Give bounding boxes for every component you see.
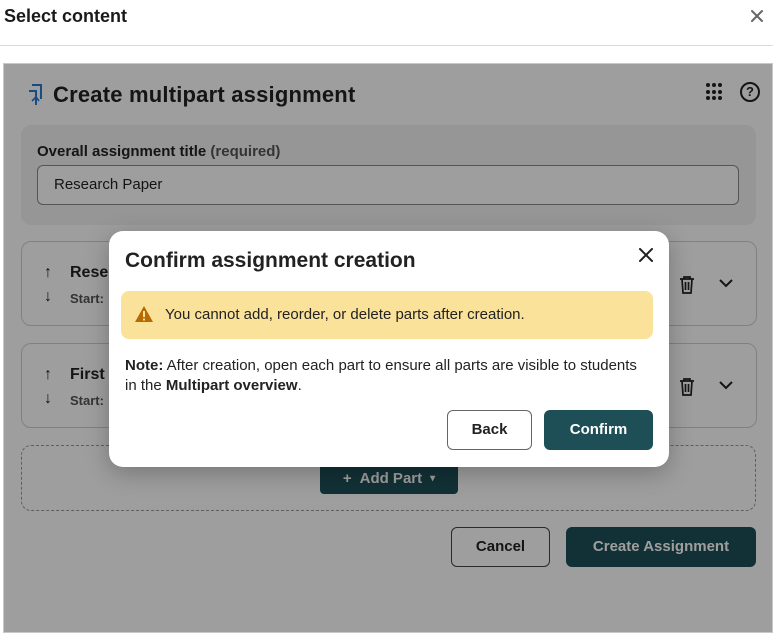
confirm-dialog-title: Confirm assignment creation bbox=[125, 249, 416, 272]
confirm-dialog: Confirm assignment creation You cannot a… bbox=[109, 231, 669, 467]
confirm-button[interactable]: Confirm bbox=[544, 410, 653, 450]
close-icon[interactable] bbox=[639, 248, 653, 262]
multipart-overview-label: Multipart overview bbox=[165, 377, 298, 394]
back-button[interactable]: Back bbox=[447, 410, 532, 450]
note-text: Note: After creation, open each part to … bbox=[125, 356, 645, 396]
warning-icon bbox=[135, 306, 153, 322]
close-icon[interactable] bbox=[749, 8, 765, 24]
warning-text: You cannot add, reorder, or delete parts… bbox=[165, 306, 525, 323]
dialog-title: Select content bbox=[4, 6, 128, 26]
content-frame: Create multipart assignment ? Overall as… bbox=[3, 63, 773, 633]
warning-banner: You cannot add, reorder, or delete parts… bbox=[121, 291, 653, 339]
dialog-header: Select content bbox=[0, 0, 773, 46]
assignment-page: Create multipart assignment ? Overall as… bbox=[4, 64, 772, 632]
note-end: . bbox=[297, 377, 302, 394]
note-label: Note: bbox=[125, 357, 164, 374]
